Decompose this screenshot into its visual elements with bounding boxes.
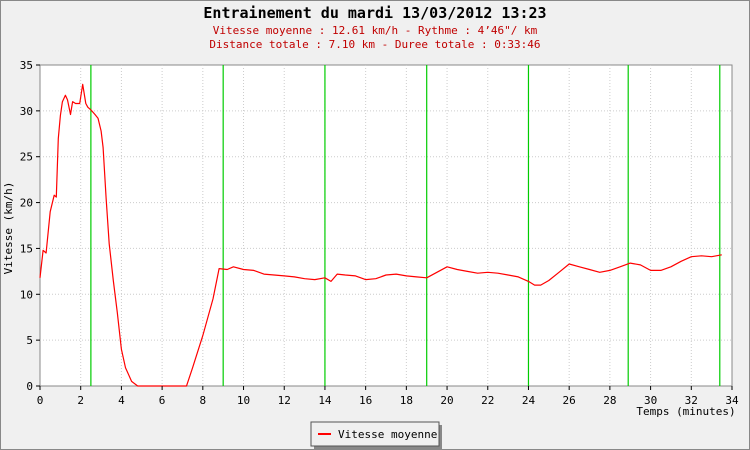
chart-title: Entrainement du mardi 13/03/2012 13:23 — [203, 4, 546, 22]
x-tick-label: 18 — [400, 394, 413, 407]
x-axis-label: Temps (minutes) — [636, 405, 735, 418]
x-tick-label: 24 — [522, 394, 536, 407]
x-tick-label: 0 — [37, 394, 44, 407]
x-tick-label: 6 — [159, 394, 166, 407]
x-tick-label: 2 — [77, 394, 84, 407]
x-tick-label: 20 — [440, 394, 453, 407]
y-tick-label: 25 — [20, 151, 33, 164]
x-tick-label: 22 — [481, 394, 494, 407]
chart-svg: Entrainement du mardi 13/03/2012 13:23 V… — [2, 4, 739, 449]
y-tick-label: 5 — [26, 334, 33, 347]
chart-subtitle-line-2: Distance totale : 7.10 km - Duree totale… — [209, 38, 540, 51]
y-tick-label: 15 — [20, 242, 33, 255]
y-tick-label: 20 — [20, 197, 33, 210]
y-tick-label: 35 — [20, 59, 33, 72]
legend: Vitesse moyenne — [310, 421, 442, 449]
chart-subtitle-line-1: Vitesse moyenne : 12.61 km/h - Rythme : … — [213, 24, 538, 37]
legend-label: Vitesse moyenne — [338, 428, 437, 441]
x-tick-label: 8 — [200, 394, 207, 407]
x-tick-label: 12 — [278, 394, 291, 407]
x-tick-label: 16 — [359, 394, 372, 407]
y-tick-label: 0 — [26, 380, 33, 393]
y-tick-label: 10 — [20, 288, 33, 301]
x-tick-label: 10 — [237, 394, 250, 407]
x-tick-label: 26 — [563, 394, 576, 407]
y-axis-label: Vitesse (km/h) — [2, 182, 15, 275]
y-tick-label: 30 — [20, 105, 33, 118]
x-tick-label: 28 — [603, 394, 616, 407]
x-tick-label: 4 — [118, 394, 125, 407]
x-tick-label: 14 — [318, 394, 332, 407]
